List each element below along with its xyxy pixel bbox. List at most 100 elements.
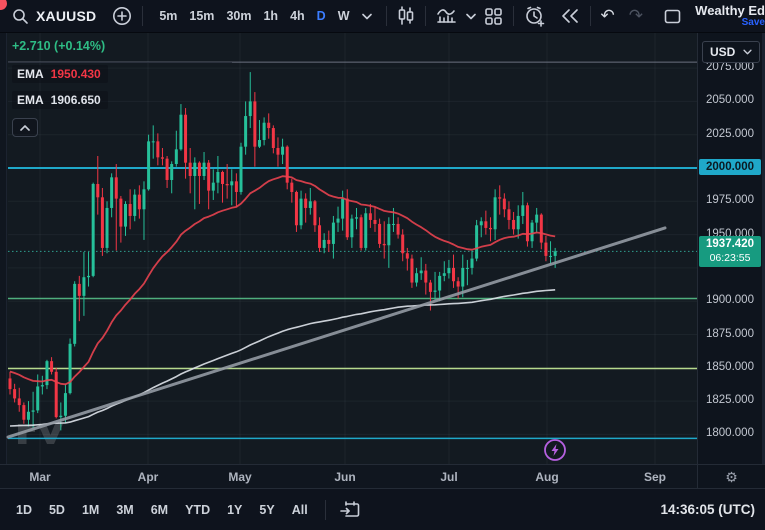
lightning-marker[interactable] — [545, 440, 565, 460]
candle-body — [461, 268, 464, 287]
candle-body — [452, 268, 455, 281]
time-axis[interactable]: MarAprMayJunJulAugSep — [0, 464, 697, 488]
gear-icon[interactable]: ⚙ — [725, 470, 738, 484]
candle-body — [258, 140, 261, 147]
interval-30m[interactable]: 30m — [226, 9, 251, 23]
layout-name[interactable]: Wealthy Ed — [695, 4, 765, 18]
candle-body — [184, 115, 187, 163]
range-group: 1D 5D 1M 3M 6M YTD 1Y 5Y All — [16, 503, 325, 517]
price-tick: 2050.000 — [706, 94, 754, 106]
candle-body — [69, 344, 72, 393]
price-level-badge: 2000.000 — [699, 159, 761, 175]
candle-body — [22, 405, 25, 420]
candle-body — [64, 393, 67, 416]
chevron-down-icon[interactable] — [362, 13, 372, 20]
candle-body — [226, 184, 229, 185]
candle-body — [401, 235, 404, 254]
candle-body — [498, 197, 501, 198]
range-6m[interactable]: 6M — [151, 503, 168, 517]
replay-icon[interactable] — [560, 9, 580, 23]
candle-body — [290, 183, 293, 192]
candle-body — [119, 199, 122, 227]
candle-body — [96, 184, 99, 197]
collapse-legend-button[interactable] — [12, 118, 38, 137]
candle-body — [544, 243, 547, 256]
candle-body — [115, 177, 118, 198]
candle-body — [207, 163, 210, 191]
alert-clock-icon[interactable] — [524, 6, 546, 27]
candle-body — [179, 115, 182, 150]
candle-body — [55, 372, 58, 417]
candle-body — [540, 215, 543, 243]
interval-4h[interactable]: 4h — [290, 9, 305, 23]
candle-body — [156, 141, 159, 157]
toolbar-divider — [142, 6, 143, 26]
chevron-down-icon[interactable] — [466, 13, 476, 20]
candle-body — [276, 148, 279, 155]
candle-body — [27, 412, 30, 420]
range-ytd[interactable]: YTD — [185, 503, 210, 517]
clock[interactable]: 14:36:05 (UTC) — [660, 502, 755, 517]
compare-add-icon[interactable] — [112, 6, 132, 26]
candle-body — [18, 398, 21, 405]
interval-D[interactable]: D — [317, 9, 326, 23]
candle-body — [309, 201, 312, 208]
candle-body — [13, 389, 16, 398]
candle-body — [110, 177, 113, 208]
candle-body — [512, 220, 515, 229]
candle-body — [78, 284, 81, 296]
candle-body — [484, 221, 487, 228]
interval-1h[interactable]: 1h — [263, 9, 278, 23]
candle-body — [383, 244, 386, 245]
candle-body — [313, 201, 316, 225]
range-all[interactable]: All — [292, 503, 308, 517]
undo-icon[interactable]: ↶ — [601, 6, 615, 26]
candle-body — [175, 149, 178, 164]
candle-body — [189, 163, 192, 176]
currency-dropdown[interactable]: USD — [702, 41, 760, 63]
range-5d[interactable]: 5D — [49, 503, 65, 517]
screenshot-square-icon[interactable] — [664, 9, 681, 24]
redo-icon[interactable]: ↷ — [629, 6, 643, 26]
range-3m[interactable]: 3M — [116, 503, 133, 517]
go-to-date-icon[interactable] — [340, 501, 360, 519]
legend-divider — [8, 62, 232, 63]
save-button[interactable]: Save — [742, 18, 765, 29]
candle-body — [549, 256, 552, 257]
candle-style-icon[interactable] — [397, 6, 415, 26]
candle-body — [457, 281, 460, 286]
chart-pane[interactable]: +2.710 (+0.14%) EMA 1950.430 EMA 1906.65… — [0, 33, 697, 464]
candle-body — [387, 224, 390, 245]
symbol-name[interactable]: XAUUSD — [36, 8, 96, 24]
interval-15m[interactable]: 15m — [189, 9, 214, 23]
interval-W[interactable]: W — [338, 9, 350, 23]
candle-body — [198, 163, 201, 176]
candle-body — [300, 199, 303, 226]
candle-body — [438, 276, 441, 291]
ema-fast-legend[interactable]: EMA 1950.430 — [12, 65, 108, 83]
candle-body — [531, 223, 534, 242]
range-1y[interactable]: 1Y — [227, 503, 242, 517]
interval-5m[interactable]: 5m — [159, 9, 177, 23]
candle-body — [521, 205, 524, 216]
layout-grid-icon[interactable] — [484, 7, 503, 26]
ema-slow-legend[interactable]: EMA 1906.650 — [12, 91, 108, 109]
candle-body — [355, 217, 358, 218]
month-label-apr: Apr — [138, 470, 159, 484]
candle-body — [50, 361, 53, 372]
indicators-icon[interactable] — [436, 6, 458, 26]
candle-body — [341, 199, 344, 219]
candle-body — [323, 240, 326, 248]
range-1d[interactable]: 1D — [16, 503, 32, 517]
range-1m[interactable]: 1M — [82, 503, 99, 517]
range-5y[interactable]: 5Y — [259, 503, 274, 517]
price-axis[interactable]: USD 2075.0002050.0002025.0002000.0001975… — [697, 33, 765, 464]
candle-body — [420, 271, 423, 274]
candle-body — [240, 147, 243, 192]
candle-body — [9, 378, 12, 389]
candle-body — [480, 221, 483, 225]
candle-body — [392, 224, 395, 225]
price-tick: 1850.000 — [706, 361, 754, 373]
layout-name-group[interactable]: Wealthy Ed Save — [691, 4, 765, 28]
search-icon[interactable] — [12, 8, 29, 25]
